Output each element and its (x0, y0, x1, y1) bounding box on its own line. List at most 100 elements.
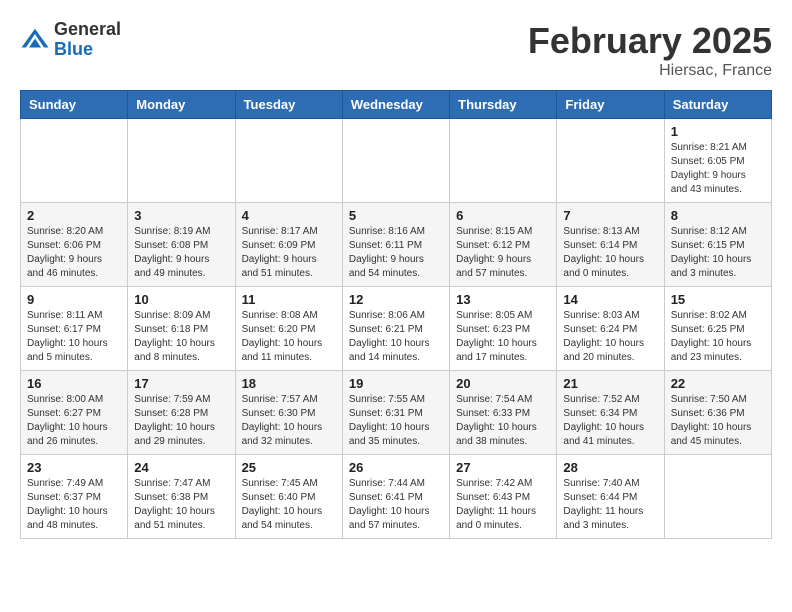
logo: General Blue (20, 20, 121, 60)
calendar-week-4: 16Sunrise: 8:00 AM Sunset: 6:27 PM Dayli… (21, 371, 772, 455)
calendar-cell (342, 119, 449, 203)
calendar-week-5: 23 Sunrise: 7:49 AM Sunset: 6:37 PM Dayli… (21, 455, 772, 539)
day-number: 23 (27, 460, 121, 475)
day-info: Sunrise: 8:13 AM Sunset: 6:14 PM Dayligh… (563, 225, 657, 281)
day-info: Sunrise: 8:06 AM Sunset: 6:21 PM Dayligh… (349, 309, 443, 365)
calendar-cell: 11Sunrise: 8:08 AM Sunset: 6:20 PM Dayli… (235, 287, 342, 371)
day-number: 4 (242, 208, 336, 223)
day-info: Sunrise: 7:59 AM Sunset: 6:28 PM Dayligh… (134, 393, 228, 449)
calendar-cell: 24 Sunrise: 7:47 AM Sunset: 6:38 PM Dayli… (128, 455, 235, 539)
calendar-cell: 17Sunrise: 7:59 AM Sunset: 6:28 PM Dayli… (128, 371, 235, 455)
day-info: Sunrise: 8:11 AM Sunset: 6:17 PM Dayligh… (27, 309, 121, 365)
title-block: February 2025 Hiersac, France (528, 20, 772, 80)
day-info: Sunrise: 8:19 AM Sunset: 6:08 PM Dayligh… (134, 225, 228, 281)
calendar-week-3: 9 Sunrise: 8:11 AM Sunset: 6:17 PM Daylig… (21, 287, 772, 371)
page-header: General Blue February 2025 Hiersac, Fran… (20, 20, 772, 80)
day-number: 20 (456, 376, 550, 391)
day-number: 6 (456, 208, 550, 223)
day-info: Sunrise: 7:57 AM Sunset: 6:30 PM Dayligh… (242, 393, 336, 449)
logo-icon (20, 25, 50, 55)
calendar-cell (235, 119, 342, 203)
calendar-cell: 13 Sunrise: 8:05 AM Sunset: 6:23 PM Dayli… (450, 287, 557, 371)
day-info: Sunrise: 8:15 AM Sunset: 6:12 PM Dayligh… (456, 225, 550, 281)
day-number: 13 (456, 292, 550, 307)
day-info: Sunrise: 7:47 AM Sunset: 6:38 PM Dayligh… (134, 477, 228, 533)
calendar-cell: 22 Sunrise: 7:50 AM Sunset: 6:36 PM Dayli… (664, 371, 771, 455)
calendar-cell: 7 Sunrise: 8:13 AM Sunset: 6:14 PM Daylig… (557, 203, 664, 287)
calendar-cell: 21Sunrise: 7:52 AM Sunset: 6:34 PM Dayli… (557, 371, 664, 455)
day-number: 8 (671, 208, 765, 223)
calendar-cell: 8Sunrise: 8:12 AM Sunset: 6:15 PM Daylig… (664, 203, 771, 287)
day-number: 15 (671, 292, 765, 307)
calendar-header-saturday: Saturday (664, 91, 771, 119)
calendar-cell: 1 Sunrise: 8:21 AM Sunset: 6:05 PM Daylig… (664, 119, 771, 203)
calendar-cell: 4 Sunrise: 8:17 AM Sunset: 6:09 PM Daylig… (235, 203, 342, 287)
day-number: 5 (349, 208, 443, 223)
calendar-cell (21, 119, 128, 203)
day-number: 22 (671, 376, 765, 391)
day-number: 26 (349, 460, 443, 475)
day-info: Sunrise: 8:09 AM Sunset: 6:18 PM Dayligh… (134, 309, 228, 365)
calendar-cell: 9 Sunrise: 8:11 AM Sunset: 6:17 PM Daylig… (21, 287, 128, 371)
day-info: Sunrise: 7:54 AM Sunset: 6:33 PM Dayligh… (456, 393, 550, 449)
day-number: 7 (563, 208, 657, 223)
calendar-cell: 19 Sunrise: 7:55 AM Sunset: 6:31 PM Dayli… (342, 371, 449, 455)
day-number: 19 (349, 376, 443, 391)
calendar-header-tuesday: Tuesday (235, 91, 342, 119)
calendar-cell (450, 119, 557, 203)
calendar-cell: 16Sunrise: 8:00 AM Sunset: 6:27 PM Dayli… (21, 371, 128, 455)
calendar-cell (557, 119, 664, 203)
calendar-cell: 10 Sunrise: 8:09 AM Sunset: 6:18 PM Dayli… (128, 287, 235, 371)
calendar-cell: 18 Sunrise: 7:57 AM Sunset: 6:30 PM Dayli… (235, 371, 342, 455)
day-info: Sunrise: 8:17 AM Sunset: 6:09 PM Dayligh… (242, 225, 336, 281)
day-number: 10 (134, 292, 228, 307)
day-number: 12 (349, 292, 443, 307)
day-number: 27 (456, 460, 550, 475)
calendar-header-wednesday: Wednesday (342, 91, 449, 119)
day-info: Sunrise: 7:50 AM Sunset: 6:36 PM Dayligh… (671, 393, 765, 449)
day-number: 3 (134, 208, 228, 223)
main-title: February 2025 (528, 20, 772, 62)
subtitle: Hiersac, France (528, 62, 772, 80)
calendar-cell: 12 Sunrise: 8:06 AM Sunset: 6:21 PM Dayli… (342, 287, 449, 371)
calendar-cell: 28 Sunrise: 7:40 AM Sunset: 6:44 PM Dayli… (557, 455, 664, 539)
day-info: Sunrise: 8:05 AM Sunset: 6:23 PM Dayligh… (456, 309, 550, 365)
calendar-cell: 6 Sunrise: 8:15 AM Sunset: 6:12 PM Daylig… (450, 203, 557, 287)
day-info: Sunrise: 7:52 AM Sunset: 6:34 PM Dayligh… (563, 393, 657, 449)
day-number: 9 (27, 292, 121, 307)
day-number: 18 (242, 376, 336, 391)
day-info: Sunrise: 8:20 AM Sunset: 6:06 PM Dayligh… (27, 225, 121, 281)
day-info: Sunrise: 7:40 AM Sunset: 6:44 PM Dayligh… (563, 477, 657, 533)
calendar-header-friday: Friday (557, 91, 664, 119)
day-info: Sunrise: 8:02 AM Sunset: 6:25 PM Dayligh… (671, 309, 765, 365)
calendar-cell: 3 Sunrise: 8:19 AM Sunset: 6:08 PM Daylig… (128, 203, 235, 287)
day-number: 28 (563, 460, 657, 475)
day-number: 24 (134, 460, 228, 475)
calendar-cell: 14Sunrise: 8:03 AM Sunset: 6:24 PM Dayli… (557, 287, 664, 371)
logo-blue-label: Blue (54, 40, 121, 60)
day-number: 2 (27, 208, 121, 223)
calendar-week-2: 2 Sunrise: 8:20 AM Sunset: 6:06 PM Daylig… (21, 203, 772, 287)
day-info: Sunrise: 7:44 AM Sunset: 6:41 PM Dayligh… (349, 477, 443, 533)
day-number: 1 (671, 124, 765, 139)
calendar-cell (128, 119, 235, 203)
calendar-cell: 15 Sunrise: 8:02 AM Sunset: 6:25 PM Dayli… (664, 287, 771, 371)
calendar-cell: 27 Sunrise: 7:42 AM Sunset: 6:43 PM Dayli… (450, 455, 557, 539)
day-info: Sunrise: 8:16 AM Sunset: 6:11 PM Dayligh… (349, 225, 443, 281)
calendar-header-thursday: Thursday (450, 91, 557, 119)
calendar-cell: 5 Sunrise: 8:16 AM Sunset: 6:11 PM Daylig… (342, 203, 449, 287)
day-info: Sunrise: 7:42 AM Sunset: 6:43 PM Dayligh… (456, 477, 550, 533)
day-info: Sunrise: 8:08 AM Sunset: 6:20 PM Dayligh… (242, 309, 336, 365)
calendar-cell: 23 Sunrise: 7:49 AM Sunset: 6:37 PM Dayli… (21, 455, 128, 539)
day-info: Sunrise: 7:49 AM Sunset: 6:37 PM Dayligh… (27, 477, 121, 533)
calendar-cell: 20 Sunrise: 7:54 AM Sunset: 6:33 PM Dayli… (450, 371, 557, 455)
calendar-cell: 25Sunrise: 7:45 AM Sunset: 6:40 PM Dayli… (235, 455, 342, 539)
logo-text: General Blue (54, 20, 121, 60)
day-info: Sunrise: 7:55 AM Sunset: 6:31 PM Dayligh… (349, 393, 443, 449)
day-number: 25 (242, 460, 336, 475)
logo-general-label: General (54, 20, 121, 40)
day-info: Sunrise: 8:21 AM Sunset: 6:05 PM Dayligh… (671, 141, 765, 197)
calendar-header-monday: Monday (128, 91, 235, 119)
calendar-table: SundayMondayTuesdayWednesdayThursdayFrid… (20, 90, 772, 539)
day-info: Sunrise: 8:00 AM Sunset: 6:27 PM Dayligh… (27, 393, 121, 449)
